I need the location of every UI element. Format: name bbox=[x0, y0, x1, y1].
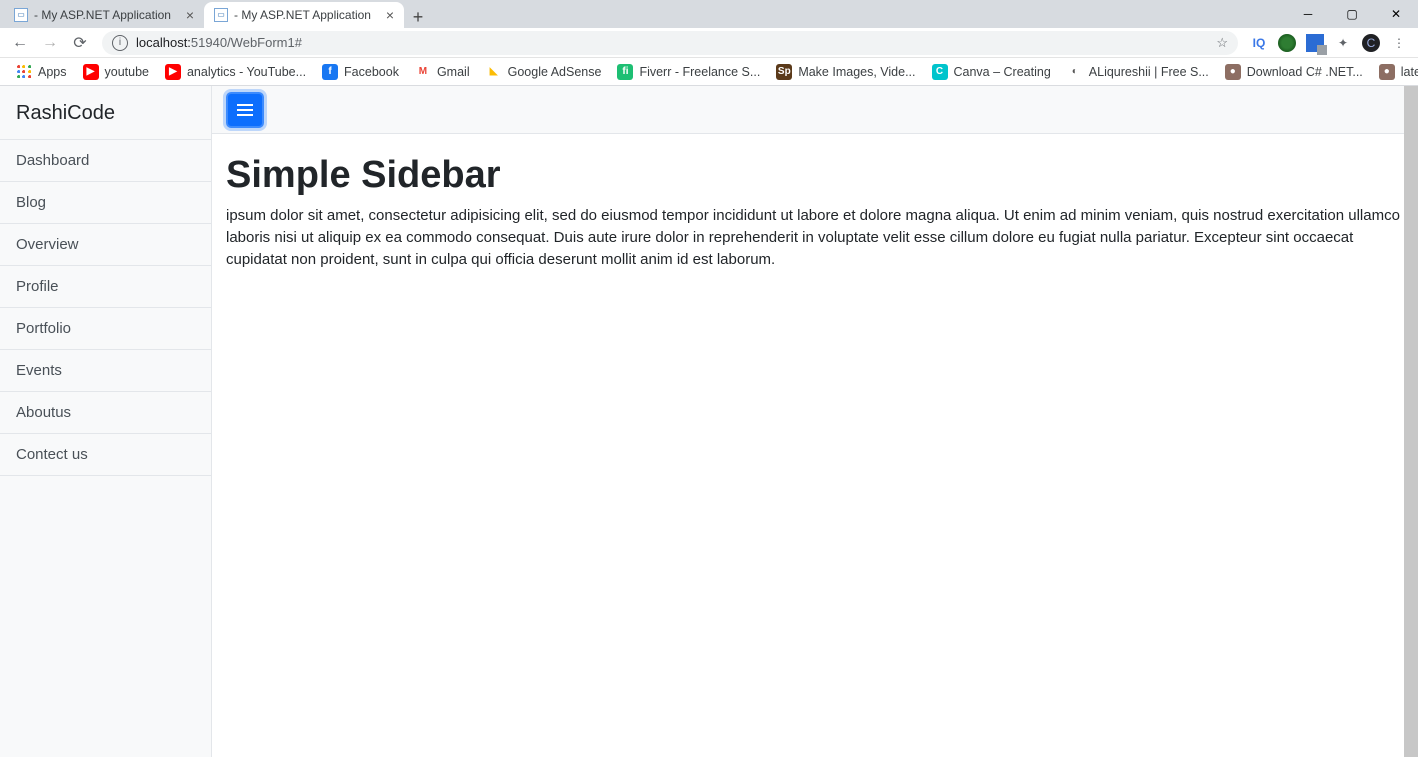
bookmark-label: analytics - YouTube... bbox=[187, 65, 306, 79]
forward-button[interactable]: → bbox=[36, 29, 64, 57]
bookmark-favicon: M bbox=[415, 64, 431, 80]
page-heading: Simple Sidebar bbox=[226, 154, 1404, 197]
sidebar-toggle-button[interactable] bbox=[226, 92, 264, 128]
bookmark-item[interactable]: ● latest C# .NET proje... bbox=[1373, 64, 1418, 80]
window-controls: ─ ▢ ✕ bbox=[1286, 0, 1418, 28]
bookmark-favicon: ● bbox=[1379, 64, 1395, 80]
tab-close-icon[interactable]: × bbox=[386, 8, 394, 22]
bookmark-favicon: f bbox=[322, 64, 338, 80]
bookmarks-bar: Apps ▶ youtube ▶ analytics - YouTube... f Face… bbox=[0, 58, 1418, 86]
bookmark-favicon: Sp bbox=[776, 64, 792, 80]
sidebar-item[interactable]: Blog bbox=[0, 182, 211, 224]
main-area: Simple Sidebar ipsum dolor sit amet, con… bbox=[212, 86, 1418, 757]
bookmark-item[interactable]: fi Fiverr - Freelance S... bbox=[611, 64, 766, 80]
page-viewport: RashiCode DashboardBlogOverviewProfilePo… bbox=[0, 86, 1418, 757]
minimize-button[interactable]: ─ bbox=[1286, 0, 1330, 28]
reload-button[interactable]: ⟳ bbox=[66, 29, 94, 57]
globe-extension-icon[interactable] bbox=[1278, 34, 1296, 52]
bookmark-label: ALiqureshii | Free S... bbox=[1089, 65, 1209, 79]
sidebar-item[interactable]: Portfolio bbox=[0, 308, 211, 350]
sidebar-item[interactable]: Dashboard bbox=[0, 140, 211, 182]
new-tab-button[interactable]: + bbox=[404, 7, 432, 28]
bookmark-star-icon[interactable]: ☆ bbox=[1216, 35, 1228, 51]
maximize-button[interactable]: ▢ bbox=[1330, 0, 1374, 28]
scrollbar-thumb[interactable] bbox=[1404, 86, 1418, 757]
bookmark-favicon: fi bbox=[617, 64, 633, 80]
bookmark-label: Facebook bbox=[344, 65, 399, 79]
tabstrip: ▭ - My ASP.NET Application × ▭ - My ASP.… bbox=[0, 0, 432, 28]
bookmark-favicon: ● bbox=[1225, 64, 1241, 80]
bookmark-label: Make Images, Vide... bbox=[798, 65, 915, 79]
browser-toolbar: ← → ⟳ i localhost:51940/WebForm1# ☆ IQ ✦… bbox=[0, 28, 1418, 58]
close-window-button[interactable]: ✕ bbox=[1374, 0, 1418, 28]
bookmark-favicon: C bbox=[932, 64, 948, 80]
bookmark-label: Canva – Creating bbox=[954, 65, 1051, 79]
sidebar-brand: RashiCode bbox=[0, 86, 211, 140]
bookmark-item[interactable]: C Canva – Creating bbox=[926, 64, 1057, 80]
page-content: Simple Sidebar ipsum dolor sit amet, con… bbox=[212, 134, 1418, 284]
browser-menu-icon[interactable]: ⋮ bbox=[1390, 34, 1408, 52]
vertical-scrollbar[interactable] bbox=[1404, 86, 1418, 757]
hamburger-icon bbox=[236, 103, 254, 117]
sidebar-item[interactable]: Profile bbox=[0, 266, 211, 308]
site-info-icon[interactable]: i bbox=[112, 35, 128, 51]
sidebar-item[interactable]: Overview bbox=[0, 224, 211, 266]
bookmark-favicon: ▶ bbox=[83, 64, 99, 80]
bookmark-item[interactable]: ▶ youtube bbox=[77, 64, 155, 80]
extensions-icon[interactable]: ✦ bbox=[1334, 34, 1352, 52]
app-sidebar: RashiCode DashboardBlogOverviewProfilePo… bbox=[0, 86, 212, 757]
iq-extension-icon[interactable]: IQ bbox=[1250, 34, 1268, 52]
bookmark-item[interactable]: Sp Make Images, Vide... bbox=[770, 64, 921, 80]
bookmark-favicon: ▶ bbox=[165, 64, 181, 80]
sidebar-item[interactable]: Events bbox=[0, 350, 211, 392]
bookmark-item[interactable]: Apps bbox=[10, 64, 73, 80]
address-bar[interactable]: i localhost:51940/WebForm1# ☆ bbox=[102, 31, 1238, 55]
bookmark-favicon: ◣ bbox=[486, 64, 502, 80]
apps-grid-icon bbox=[16, 64, 32, 80]
bookmark-item[interactable]: ◐ ALiqureshii | Free S... bbox=[1061, 64, 1215, 80]
bookmark-label: youtube bbox=[105, 65, 149, 79]
bookmark-label: Gmail bbox=[437, 65, 470, 79]
bookmark-label: Apps bbox=[38, 65, 67, 79]
browser-tab[interactable]: ▭ - My ASP.NET Application × bbox=[4, 2, 204, 28]
extension-icons: IQ ✦ C ⋮ bbox=[1246, 34, 1412, 52]
profile-avatar[interactable]: C bbox=[1362, 34, 1380, 52]
bookmark-item[interactable]: f Facebook bbox=[316, 64, 405, 80]
browser-tab[interactable]: ▭ - My ASP.NET Application × bbox=[204, 2, 404, 28]
tab-title: - My ASP.NET Application bbox=[34, 8, 178, 22]
bookmark-label: Fiverr - Freelance S... bbox=[639, 65, 760, 79]
page-paragraph: ipsum dolor sit amet, consectetur adipis… bbox=[226, 205, 1404, 270]
bookmark-label: Google AdSense bbox=[508, 65, 602, 79]
sidebar-item[interactable]: Contect us bbox=[0, 434, 211, 476]
url-host: localhost: bbox=[136, 35, 191, 50]
app-topbar bbox=[212, 86, 1418, 134]
back-button[interactable]: ← bbox=[6, 29, 34, 57]
bookmark-label: Download C# .NET... bbox=[1247, 65, 1363, 79]
sidebar-item[interactable]: Aboutus bbox=[0, 392, 211, 434]
bookmark-favicon: ◐ bbox=[1067, 64, 1083, 80]
browser-titlebar: ▭ - My ASP.NET Application × ▭ - My ASP.… bbox=[0, 0, 1418, 28]
bookmark-item[interactable]: M Gmail bbox=[409, 64, 476, 80]
url-path: 51940/WebForm1# bbox=[191, 35, 302, 50]
bookmark-item[interactable]: ▶ analytics - YouTube... bbox=[159, 64, 312, 80]
bookmark-item[interactable]: ◣ Google AdSense bbox=[480, 64, 608, 80]
tab-close-icon[interactable]: × bbox=[186, 8, 194, 22]
bookmark-label: latest C# .NET proje... bbox=[1401, 65, 1418, 79]
bookmark-item[interactable]: ● Download C# .NET... bbox=[1219, 64, 1369, 80]
tab-title: - My ASP.NET Application bbox=[234, 8, 378, 22]
tab-favicon: ▭ bbox=[214, 8, 228, 22]
tab-favicon: ▭ bbox=[14, 8, 28, 22]
translate-extension-icon[interactable] bbox=[1306, 34, 1324, 52]
